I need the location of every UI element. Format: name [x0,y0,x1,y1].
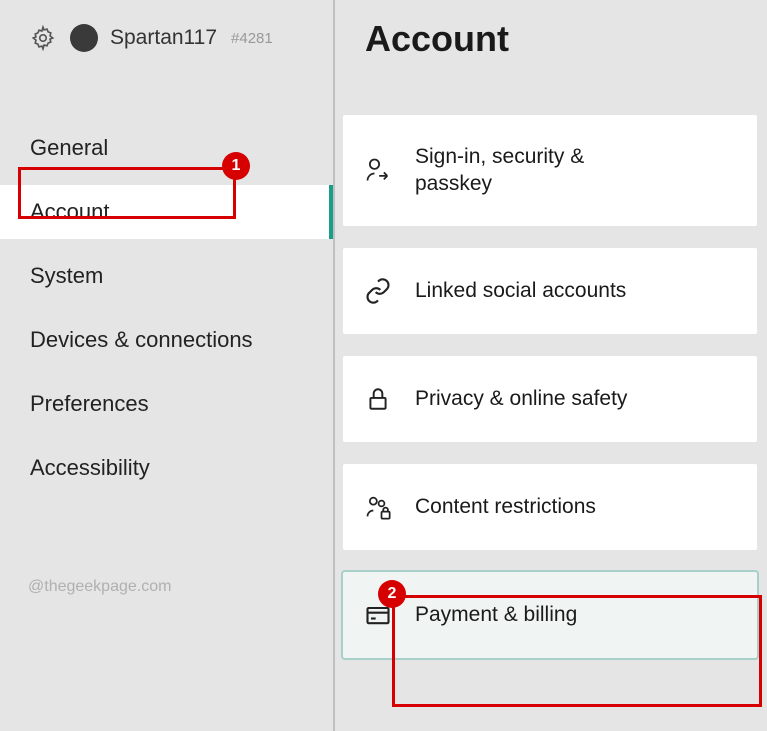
card-payment[interactable]: Payment & billing [343,572,757,658]
nav-label: Devices & connections [30,327,253,352]
watermark: @thegeekpage.com [28,578,171,596]
nav-list: General Account System Devices & connect… [0,121,333,495]
card-privacy[interactable]: Privacy & online safety [343,356,757,442]
gear-icon [28,23,58,53]
card-label: Linked social accounts [415,277,626,304]
people-lock-icon [363,492,393,522]
avatar [70,24,98,52]
link-icon [363,276,393,306]
nav-item-accessibility[interactable]: Accessibility [0,441,333,495]
person-arrow-icon [363,155,393,185]
nav-label: Preferences [30,391,149,416]
nav-label: General [30,135,108,160]
nav-item-general[interactable]: General [0,121,333,175]
card-list: Sign-in, security & passkey Linked socia… [335,115,767,658]
user-tag: #4281 [231,30,273,47]
nav-item-account[interactable]: Account [0,185,333,239]
nav-label: Account [30,199,110,224]
username: Spartan117 [110,26,217,50]
card-icon [363,600,393,630]
card-label: Payment & billing [415,601,577,628]
lock-icon [363,384,393,414]
card-signin[interactable]: Sign-in, security & passkey [343,115,757,226]
nav-item-devices[interactable]: Devices & connections [0,313,333,367]
nav-item-system[interactable]: System [0,249,333,303]
page-title: Account [365,18,767,60]
card-linked[interactable]: Linked social accounts [343,248,757,334]
profile-row[interactable]: Spartan117 #4281 [0,15,333,61]
card-label: Sign-in, security & passkey [415,143,635,198]
card-label: Privacy & online safety [415,385,627,412]
card-content-restrictions[interactable]: Content restrictions [343,464,757,550]
nav-label: System [30,263,103,288]
sidebar: Spartan117 #4281 General Account System … [0,0,335,731]
main-panel: Account Sign-in, security & passkey Link… [335,0,767,731]
nav-item-preferences[interactable]: Preferences [0,377,333,431]
nav-label: Accessibility [30,455,150,480]
card-label: Content restrictions [415,493,596,520]
